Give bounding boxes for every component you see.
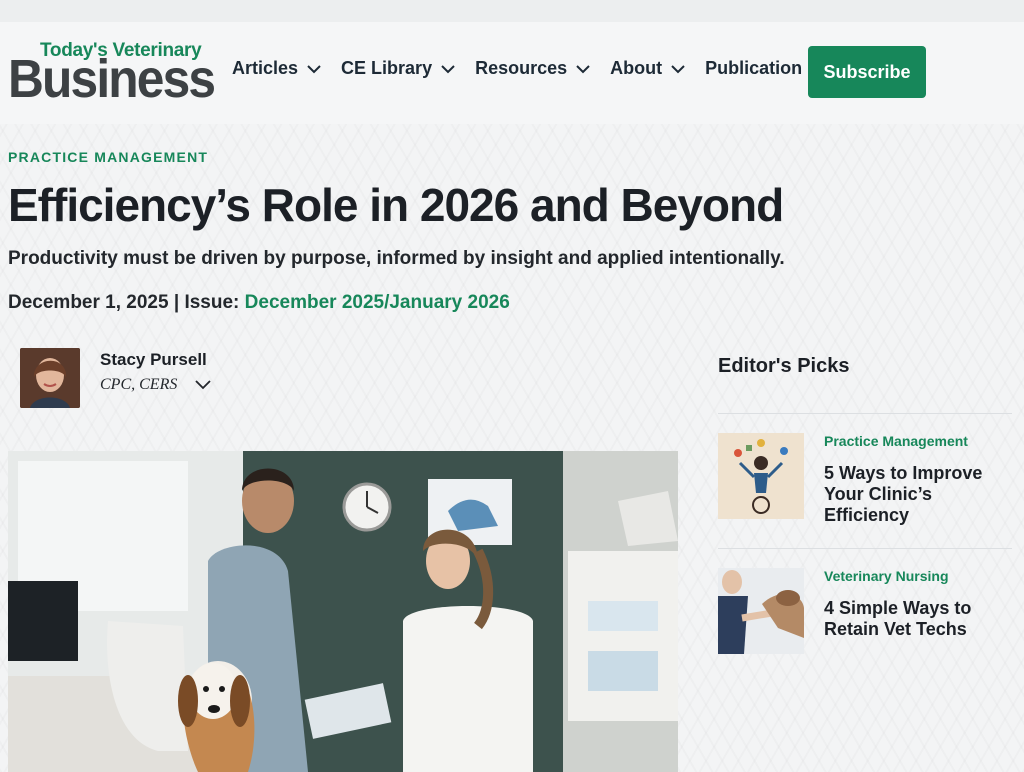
subscribe-button[interactable]: Subscribe: [808, 46, 926, 98]
chevron-down-icon[interactable]: [195, 380, 211, 390]
issue-link[interactable]: December 2025/January 2026: [245, 292, 510, 313]
author-block: Stacy Pursell CPC, CERS: [20, 348, 211, 408]
author-info: Stacy Pursell CPC, CERS: [100, 348, 211, 408]
logo-wordmark: Business: [8, 49, 216, 109]
avatar[interactable]: [20, 348, 80, 408]
article-date: December 1, 2025: [8, 292, 169, 313]
vet-tech-photo: [718, 568, 804, 654]
site-header: Today's Veterinary Business Articles CE …: [0, 22, 1024, 124]
pick-thumbnail[interactable]: [718, 433, 804, 519]
pick-title[interactable]: 5 Ways to Improve Your Clinic’s Efficien…: [824, 463, 994, 526]
nav-item-label: Publication: [705, 58, 803, 78]
vet-clinic-photo: [8, 451, 678, 772]
author-name[interactable]: Stacy Pursell: [100, 350, 211, 370]
nav-item-articles[interactable]: Articles: [232, 58, 321, 79]
chevron-down-icon: [307, 64, 321, 73]
nav-item-about[interactable]: About: [610, 58, 685, 79]
pick-thumbnail[interactable]: [718, 568, 804, 654]
nav-item-label: Resources: [475, 58, 568, 78]
site-logo[interactable]: Today's Veterinary Business: [8, 40, 216, 106]
pick-category[interactable]: Practice Management: [824, 433, 994, 449]
chevron-down-icon: [671, 64, 685, 73]
top-strip: [0, 0, 1024, 22]
meta-separator: |: [173, 292, 180, 313]
author-credentials-row: CPC, CERS: [100, 376, 211, 394]
article-category[interactable]: PRACTICE MANAGEMENT: [8, 149, 208, 165]
nav-item-label: CE Library: [341, 58, 433, 78]
chevron-down-icon: [576, 64, 590, 73]
list-item[interactable]: Practice Management 5 Ways to Improve Yo…: [718, 414, 1012, 548]
list-item[interactable]: Veterinary Nursing 4 Simple Ways to Reta…: [718, 549, 1012, 683]
article-meta: December 1, 2025 | Issue: December 2025/…: [8, 292, 510, 314]
nav-item-resources[interactable]: Resources: [475, 58, 590, 79]
pick-category[interactable]: Veterinary Nursing: [824, 568, 994, 584]
editors-picks-heading: Editor's Picks: [718, 355, 850, 377]
page-title: Efficiency’s Role in 2026 and Beyond: [8, 179, 784, 231]
pick-text: Veterinary Nursing 4 Simple Ways to Reta…: [824, 568, 994, 683]
editors-picks: Editor's Picks Practice Management 5 Way…: [718, 355, 1012, 683]
pick-text: Practice Management 5 Ways to Improve Yo…: [824, 433, 994, 548]
author-photo: [20, 348, 80, 408]
juggler-illustration: [718, 433, 804, 519]
nav-item-label: About: [610, 58, 663, 78]
author-credentials: CPC, CERS: [100, 376, 178, 393]
nav-item-ce-library[interactable]: CE Library: [341, 58, 455, 79]
chevron-down-icon: [441, 64, 455, 73]
pick-title[interactable]: 4 Simple Ways to Retain Vet Techs: [824, 598, 994, 640]
main-nav: Articles CE Library Resources About Publ…: [232, 58, 825, 79]
article-subtitle: Productivity must be driven by purpose, …: [8, 248, 785, 269]
nav-item-label: Articles: [232, 58, 299, 78]
issue-label: Issue:: [184, 292, 240, 313]
hero-image: [8, 451, 678, 772]
